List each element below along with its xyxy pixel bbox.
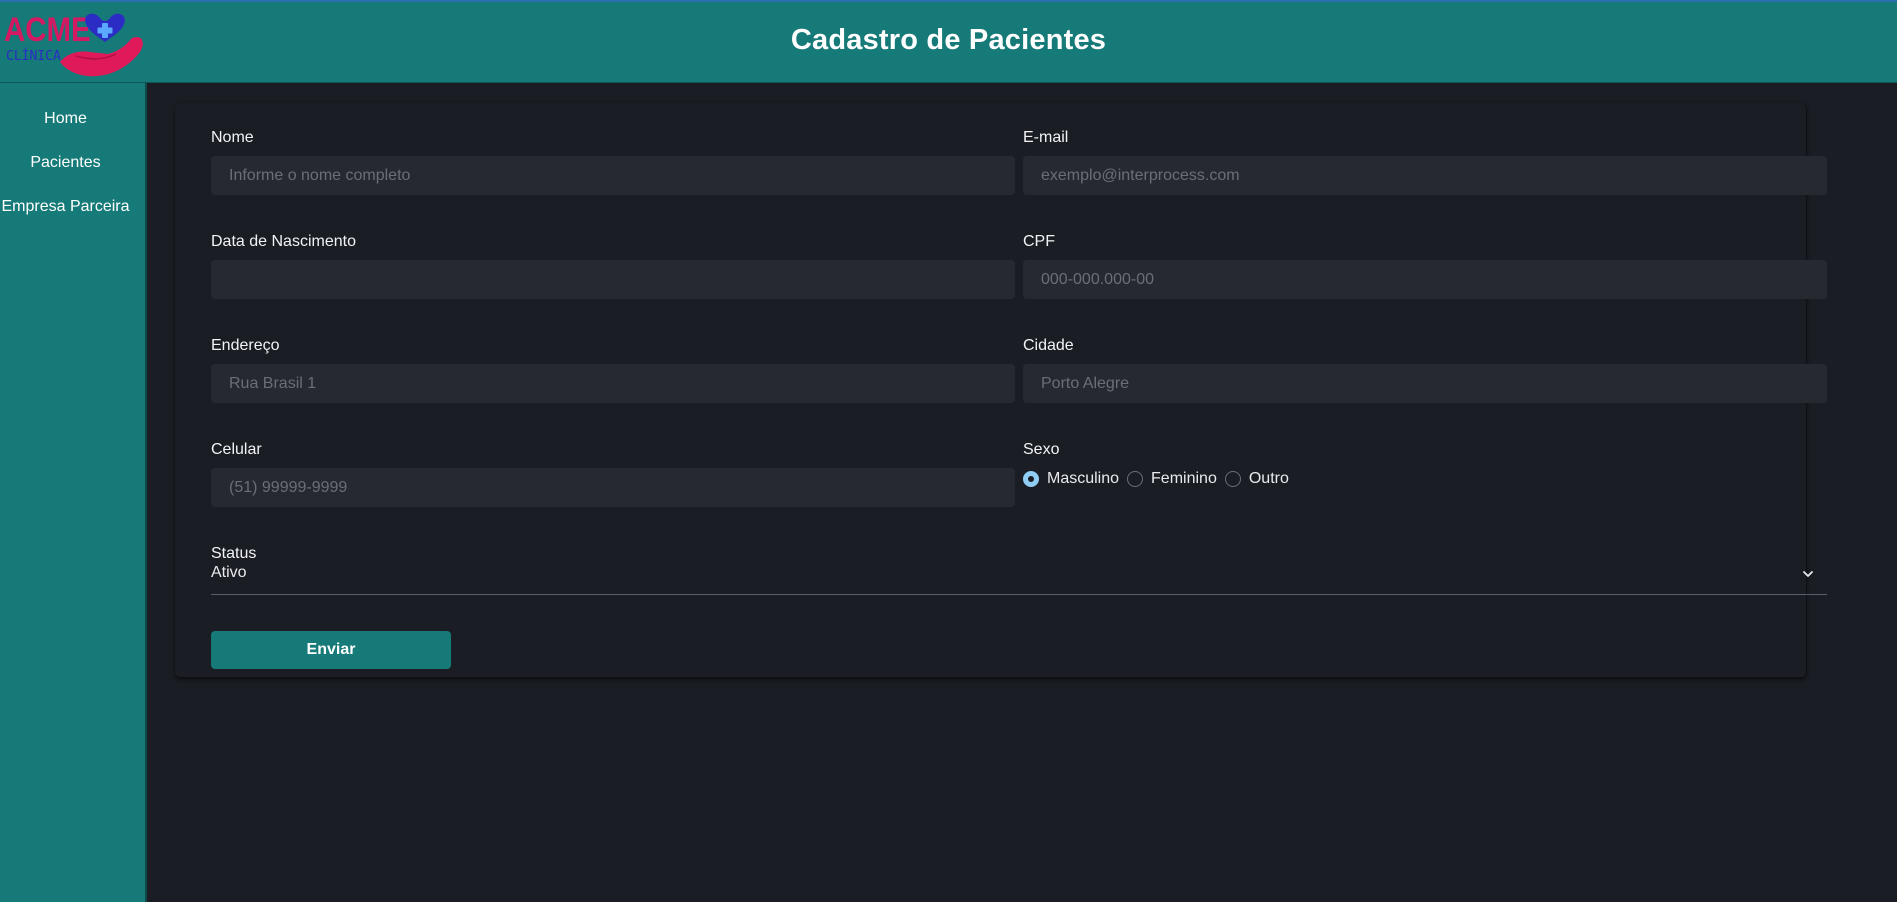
main-content: Nome E-mail Data de Nascimento CPF Ender…	[147, 83, 1897, 902]
sexo-label: Sexo	[1023, 441, 1060, 458]
radio-unchecked-icon[interactable]	[1127, 471, 1144, 487]
app-header: ACME CLÍNICA Cadastro de Pacientes	[0, 0, 1897, 83]
cpf-label: CPF	[1023, 233, 1055, 250]
endereco-input[interactable]	[211, 364, 1015, 403]
celular-label: Celular	[211, 441, 262, 458]
sexo-option-label: Outro	[1248, 470, 1289, 487]
nome-field-group: Nome	[211, 129, 1015, 195]
status-selected-value: Ativo	[211, 564, 247, 581]
radio-unchecked-icon[interactable]	[1224, 471, 1241, 487]
page-title: Cadastro de Pacientes	[790, 24, 1107, 56]
email-input[interactable]	[1023, 156, 1827, 195]
radio-checked-icon[interactable]	[1023, 471, 1039, 487]
nascimento-field-group: Data de Nascimento	[211, 233, 1015, 299]
sidebar-item-empresa-parceira[interactable]: Empresa Parceira	[0, 185, 131, 229]
nascimento-label: Data de Nascimento	[211, 233, 356, 250]
sexo-option-outro[interactable]: Outro	[1224, 470, 1289, 488]
status-select[interactable]: Ativo	[211, 555, 1827, 595]
sexo-option-feminino[interactable]: Feminino	[1127, 470, 1217, 488]
sexo-option-label: Masculino	[1047, 470, 1120, 487]
sexo-option-masculino[interactable]: Masculino	[1023, 470, 1119, 488]
sidebar: Home Pacientes Empresa Parceira	[0, 83, 147, 902]
cidade-input[interactable]	[1023, 364, 1827, 403]
nome-label: Nome	[211, 129, 254, 146]
endereco-label: Endereço	[211, 337, 280, 354]
sexo-radio-group: Masculino Feminino Outro	[1023, 468, 1827, 490]
cidade-label: Cidade	[1023, 337, 1074, 354]
sidebar-item-pacientes[interactable]: Pacientes	[0, 141, 131, 185]
nome-input[interactable]	[211, 156, 1015, 195]
email-field-group: E-mail	[1023, 129, 1827, 195]
sexo-field-group: Sexo Masculino Feminino Outro	[1023, 441, 1827, 490]
celular-field-group: Celular	[211, 441, 1015, 507]
email-label: E-mail	[1023, 129, 1069, 146]
submit-button[interactable]: Enviar	[211, 631, 451, 669]
chevron-down-icon	[1803, 571, 1813, 577]
patient-form: Nome E-mail Data de Nascimento CPF Ender…	[175, 103, 1827, 679]
cpf-field-group: CPF	[1023, 233, 1827, 299]
cpf-input[interactable]	[1023, 260, 1827, 299]
celular-input[interactable]	[211, 468, 1015, 507]
sidebar-item-home[interactable]: Home	[0, 97, 131, 141]
cidade-field-group: Cidade	[1023, 337, 1827, 403]
sexo-option-label: Feminino	[1151, 470, 1217, 487]
nascimento-input[interactable]	[211, 260, 1015, 299]
endereco-field-group: Endereço	[211, 337, 1015, 403]
